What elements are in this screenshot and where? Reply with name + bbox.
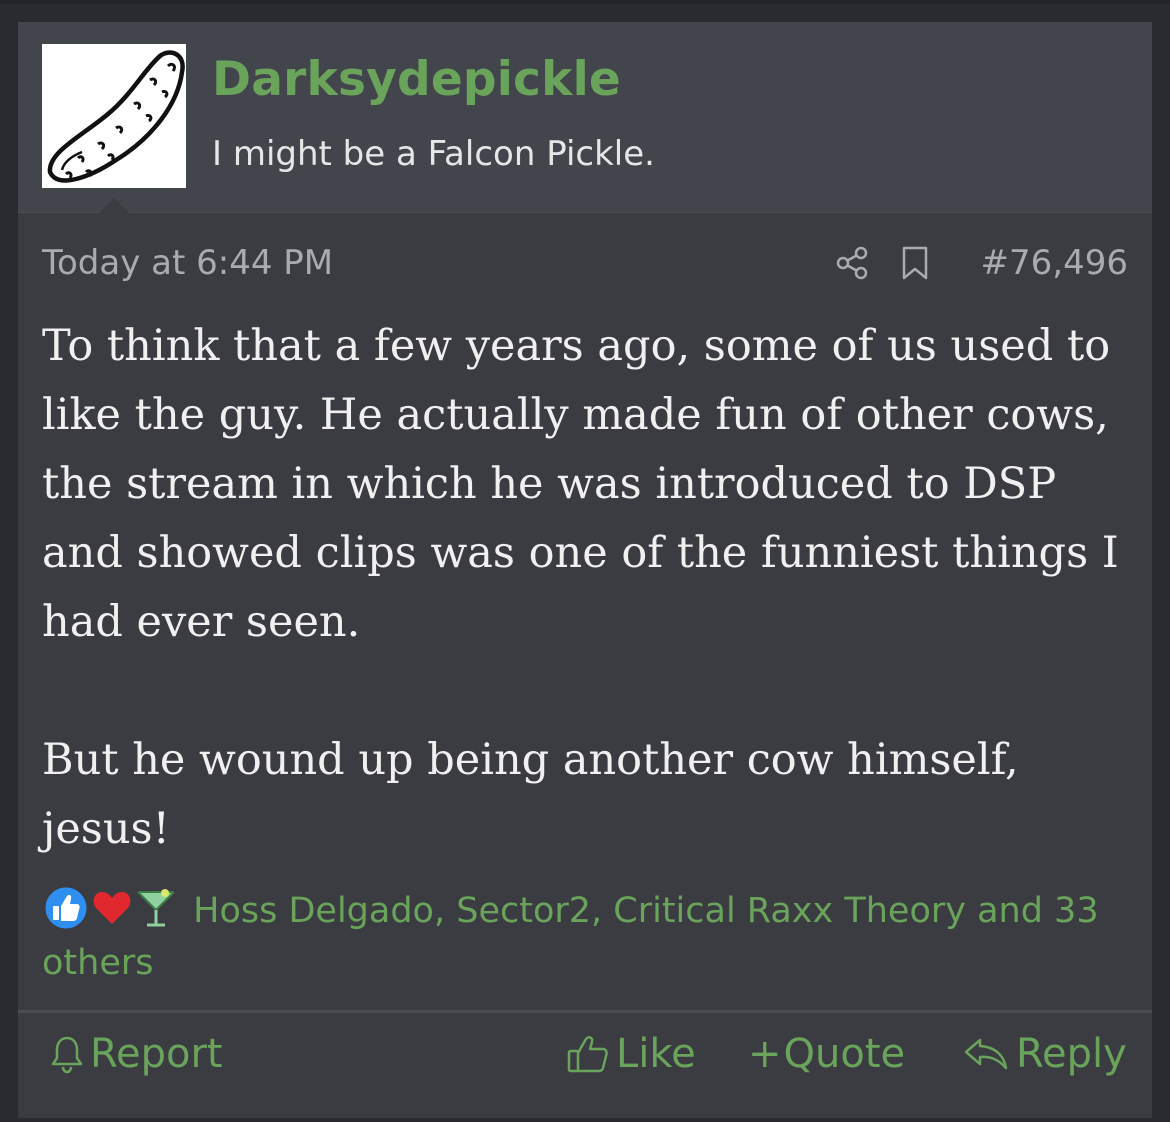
user-title: I might be a Falcon Pickle. — [212, 134, 655, 174]
report-label: Report — [90, 1031, 223, 1077]
like-label: Like — [616, 1031, 696, 1077]
post-message-body: To think that a few years ago, some of u… — [42, 312, 1130, 864]
quote-button[interactable]: + Quote — [748, 1031, 905, 1077]
quote-label: Quote — [783, 1031, 906, 1077]
reactions-list-link[interactable]: Hoss Delgado, Sector2, Critical Raxx The… — [42, 891, 1099, 983]
message-paragraph: But he wound up being another cow himsel… — [42, 735, 1019, 854]
post-meta-actions: #76,496 — [835, 243, 1128, 283]
post-user-header: Darksydepickle I might be a Falcon Pickl… — [18, 22, 1152, 214]
plus-icon: + — [748, 1031, 782, 1077]
share-icon[interactable] — [835, 245, 871, 281]
forum-post: Darksydepickle I might be a Falcon Pickl… — [18, 22, 1152, 1118]
bell-icon — [51, 1036, 83, 1074]
report-button[interactable]: Report — [50, 1031, 223, 1077]
cocktail-icon — [134, 886, 178, 930]
reply-label: Reply — [1016, 1031, 1127, 1077]
pickle-avatar-icon — [47, 50, 185, 183]
reply-button[interactable]: Reply — [962, 1031, 1127, 1077]
message-paragraph: To think that a few years ago, some of u… — [42, 321, 1119, 647]
header-caret — [98, 198, 130, 214]
thumbs-up-icon — [567, 1036, 608, 1073]
reactions-bar[interactable]: Hoss Delgado, Sector2, Critical Raxx The… — [42, 884, 1130, 989]
bookmark-icon[interactable] — [897, 245, 933, 281]
like-icon — [42, 884, 90, 932]
post-number-link[interactable]: #76,496 — [981, 243, 1128, 283]
reaction-icons — [42, 884, 182, 932]
love-icon — [90, 886, 134, 930]
post-timestamp[interactable]: Today at 6:44 PM — [42, 243, 333, 283]
post-footer: Report Like + Quote Reply — [18, 1010, 1152, 1121]
like-button[interactable]: Like — [566, 1031, 696, 1077]
top-border — [0, 0, 1170, 4]
reply-icon — [964, 1038, 1008, 1070]
post-meta: Today at 6:44 PM #76,496 — [42, 240, 1128, 288]
avatar[interactable] — [42, 44, 186, 188]
username-link[interactable]: Darksydepickle — [212, 52, 621, 107]
